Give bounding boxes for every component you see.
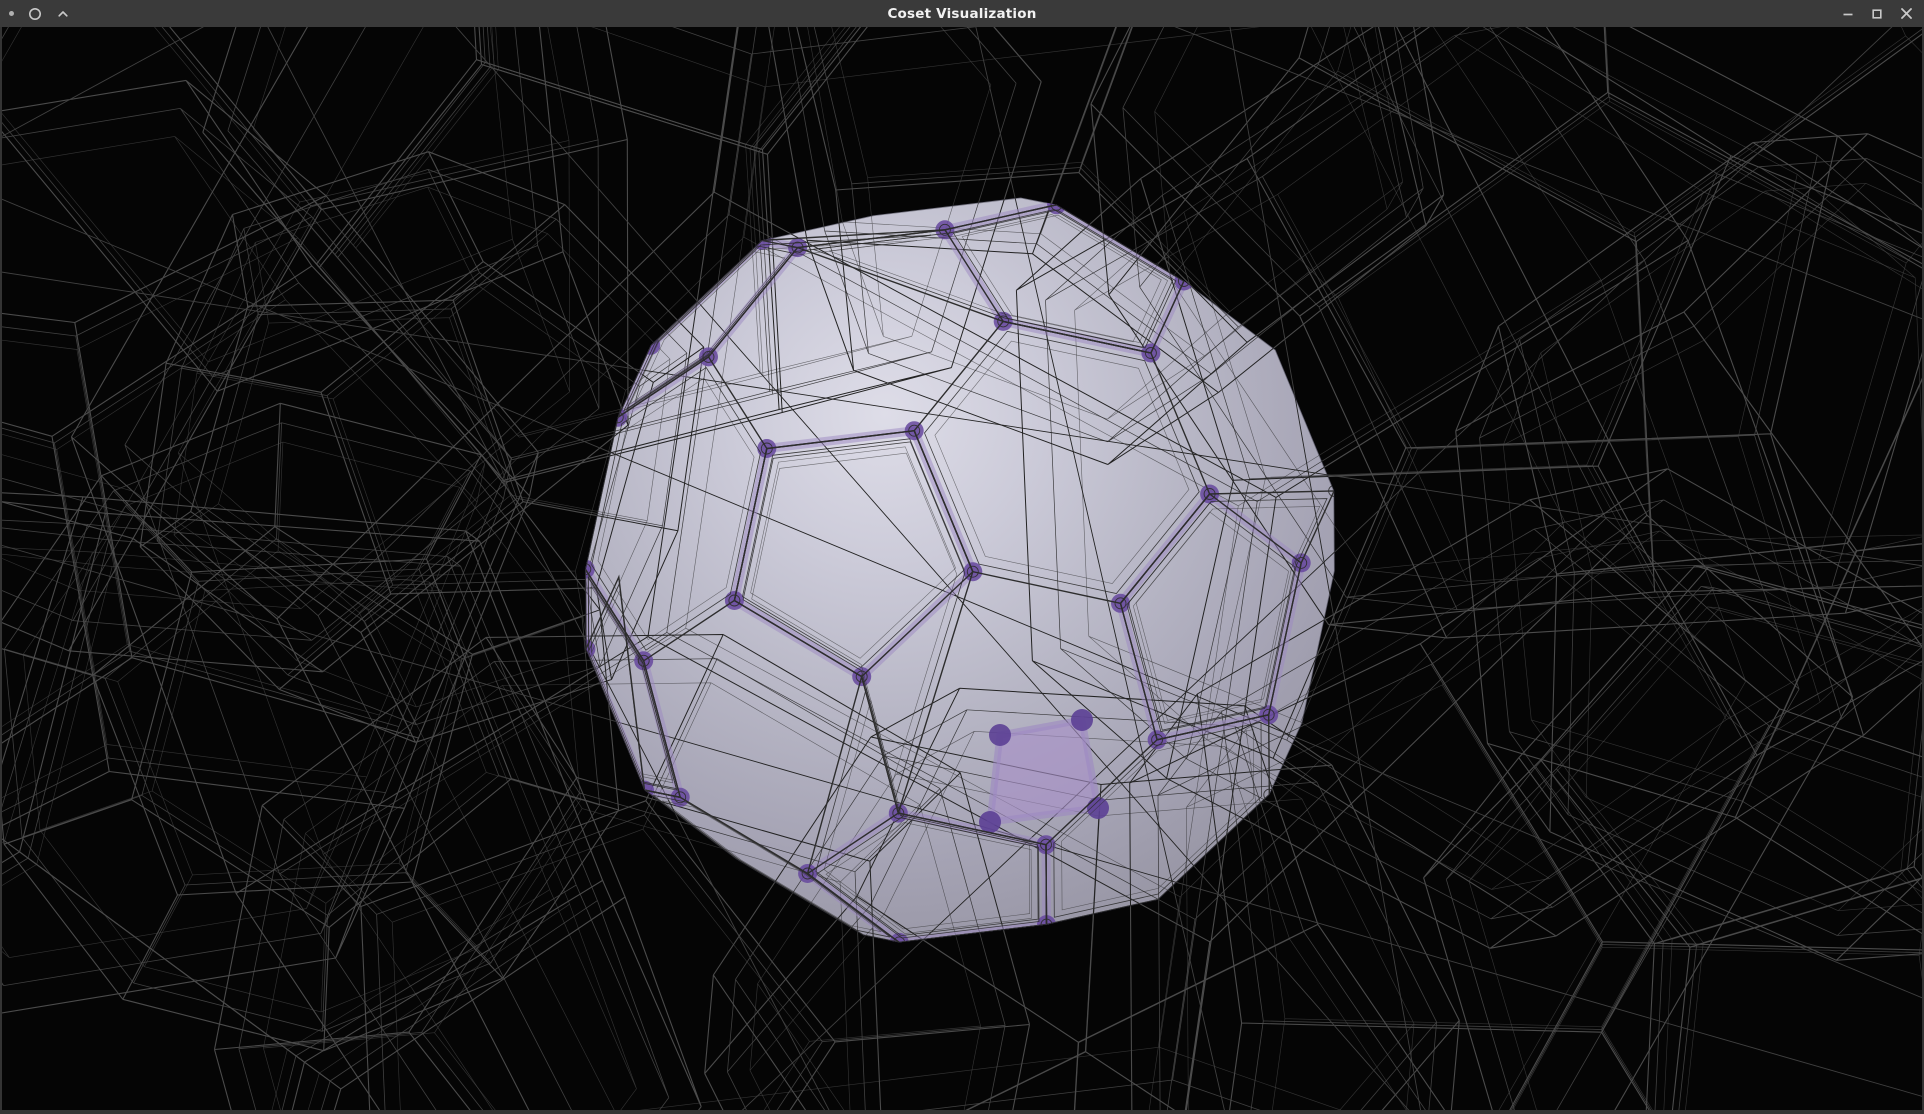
titlebar: Coset Visualization [0,0,1924,27]
chevron-up-icon[interactable] [56,7,70,21]
close-button[interactable] [1900,7,1913,20]
app-window: Coset Visualization [0,0,1924,1114]
dot-icon [9,11,14,16]
titlebar-left-icons [0,7,70,21]
circle-icon[interactable] [28,7,42,21]
maximize-button[interactable] [1871,8,1883,20]
scene-canvas[interactable] [2,27,1922,1110]
coset-3d-viewport[interactable] [0,27,1924,1114]
window-title: Coset Visualization [0,0,1924,27]
minimize-button[interactable] [1842,8,1854,20]
window-controls [1842,7,1924,20]
